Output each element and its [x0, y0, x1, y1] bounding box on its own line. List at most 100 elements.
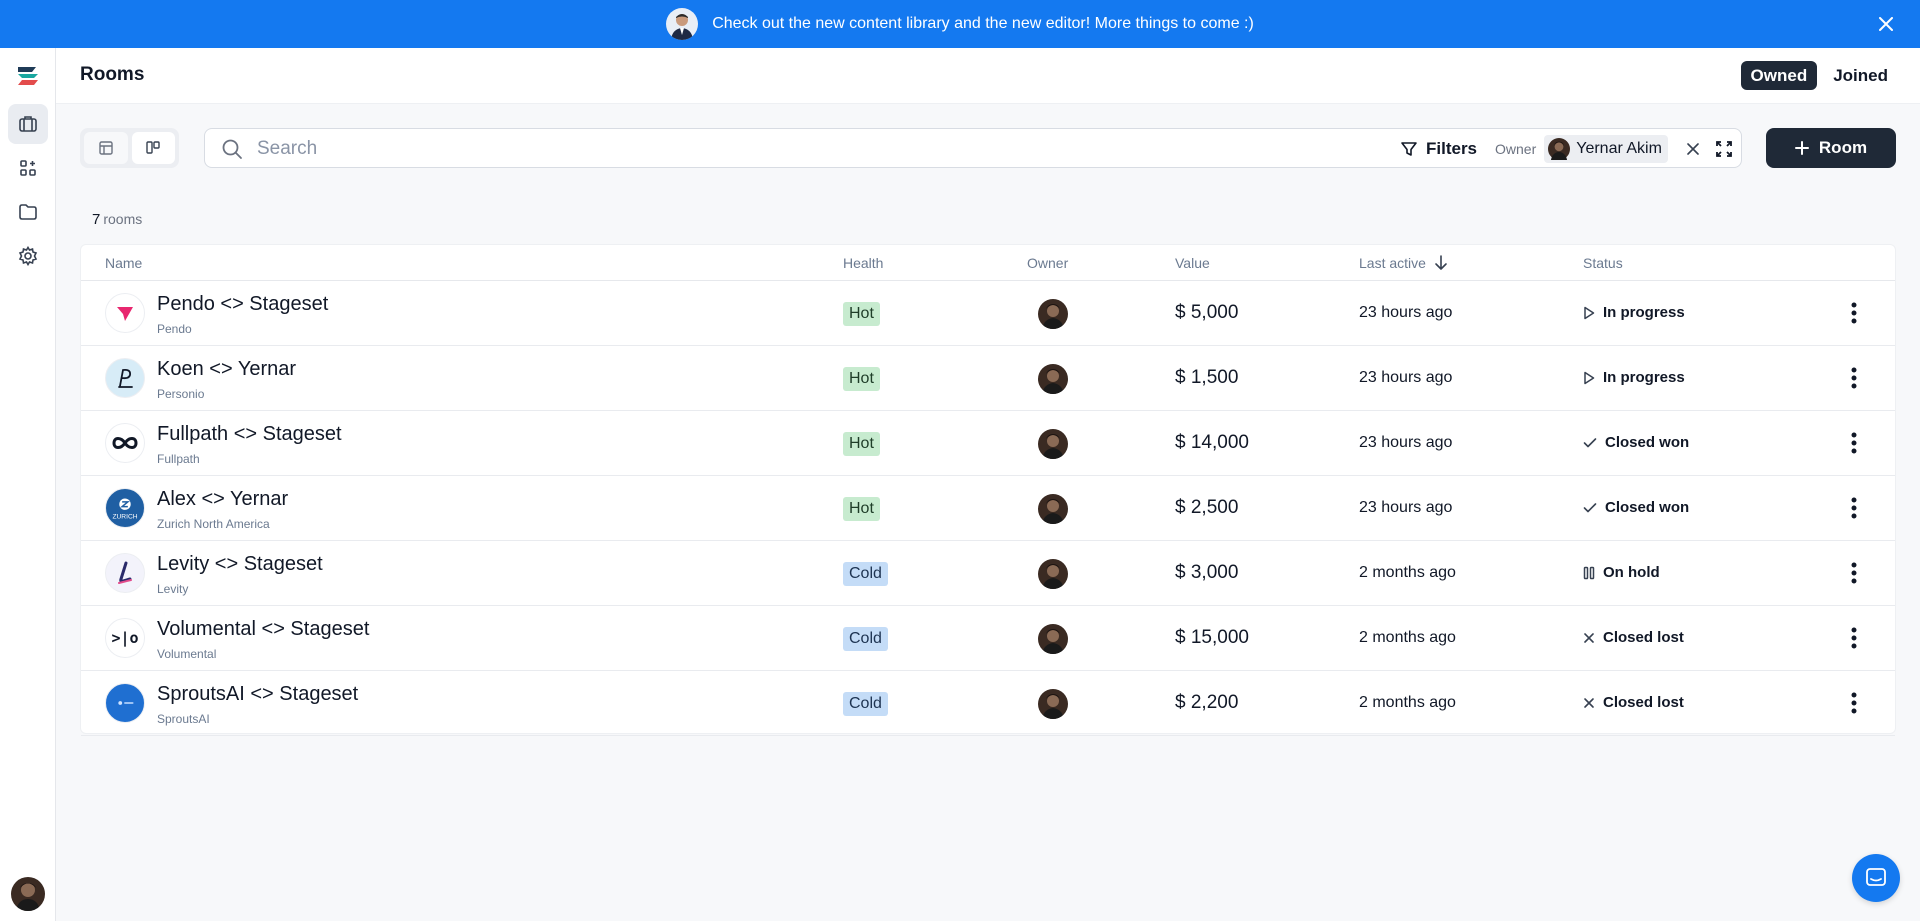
sidebar-item-rooms[interactable] [8, 104, 48, 144]
kebab-icon [1851, 627, 1857, 649]
folder-icon [19, 204, 37, 220]
row-menu-button[interactable] [1839, 493, 1869, 523]
kebab-icon [1851, 432, 1857, 454]
table-row[interactable]: Pendo <> Stageset Pendo Hot $ 5,000 23 h… [81, 281, 1895, 346]
health-badge: Hot [843, 302, 880, 326]
room-name[interactable]: Alex <> Yernar [157, 488, 288, 511]
row-menu-button[interactable] [1839, 623, 1869, 653]
row-menu-button[interactable] [1839, 298, 1869, 328]
column-name[interactable]: Name [105, 255, 142, 271]
table-row[interactable]: SproutsAI <> Stageset SproutsAI Cold $ 2… [81, 671, 1895, 736]
room-value: $ 1,500 [1175, 367, 1239, 388]
rooms-table: Name Health Owner Value Last active Stat… [80, 244, 1896, 736]
filter-icon [1401, 142, 1417, 156]
column-status[interactable]: Status [1583, 255, 1623, 271]
row-menu-button[interactable] [1839, 558, 1869, 588]
table-row[interactable]: Levity <> Stageset Levity Cold $ 3,000 2… [81, 541, 1895, 606]
fullpath-logo [105, 423, 145, 463]
room-company: Fullpath [157, 452, 200, 466]
table-row[interactable]: Fullpath <> Stageset Fullpath Hot $ 14,0… [81, 411, 1895, 476]
kebab-icon [1851, 367, 1857, 389]
room-value: $ 15,000 [1175, 627, 1249, 648]
room-name[interactable]: Volumental <> Stageset [157, 618, 369, 641]
room-name[interactable]: SproutsAI <> Stageset [157, 683, 358, 706]
add-room-button[interactable]: Room [1766, 128, 1896, 168]
table-row[interactable]: >|o Volumental <> Stageset Volumental Co… [81, 606, 1895, 671]
column-owner[interactable]: Owner [1027, 255, 1068, 271]
health-badge: Hot [843, 432, 880, 456]
room-company: Zurich North America [157, 517, 270, 531]
expand-icon[interactable] [1713, 138, 1735, 160]
page-title: Rooms [80, 64, 145, 85]
chat-launcher-button[interactable] [1852, 854, 1900, 902]
tab-owned[interactable]: Owned [1740, 61, 1818, 90]
status-label: Closed won [1605, 434, 1690, 451]
sidebar-item-templates[interactable] [8, 148, 48, 188]
kebab-icon [1851, 562, 1857, 584]
personio-logo [105, 358, 145, 398]
status: Closed lost [1583, 629, 1684, 646]
status: Closed won [1583, 434, 1689, 451]
column-last-active-label: Last active [1359, 255, 1426, 271]
room-value: $ 2,200 [1175, 692, 1239, 713]
last-active: 23 hours ago [1359, 369, 1453, 386]
volumental-wordmark: >|o [111, 629, 139, 647]
add-room-label: Room [1818, 138, 1868, 157]
owner-avatar [1038, 429, 1068, 459]
board-view-button[interactable] [131, 132, 175, 164]
room-name[interactable]: Levity <> Stageset [157, 553, 323, 576]
column-value[interactable]: Value [1175, 255, 1210, 271]
status: Closed lost [1583, 694, 1684, 711]
row-menu-button[interactable] [1839, 688, 1869, 718]
volumental-logo: >|o [105, 618, 145, 658]
status: Closed won [1583, 499, 1689, 516]
banner-avatar [666, 8, 699, 40]
status-label: Closed lost [1603, 694, 1684, 711]
owner-filter-value: Yernar Akim [1544, 135, 1668, 163]
table-view-button[interactable] [84, 132, 128, 164]
column-last-active[interactable]: Last active [1359, 255, 1448, 271]
app-logo-icon[interactable] [14, 62, 42, 90]
room-company: Personio [157, 387, 205, 401]
column-health[interactable]: Health [843, 255, 883, 271]
row-menu-button[interactable] [1839, 363, 1869, 393]
user-avatar[interactable] [11, 877, 45, 911]
room-value: $ 5,000 [1175, 302, 1239, 323]
room-name[interactable]: Fullpath <> Stageset [157, 423, 342, 446]
search-bar: Filters Owner Yernar Akim [204, 128, 1742, 168]
room-name[interactable]: Pendo <> Stageset [157, 293, 328, 316]
table-icon [99, 141, 113, 155]
room-company: Volumental [157, 647, 217, 661]
status: In progress [1583, 369, 1685, 386]
kebab-icon [1851, 692, 1857, 714]
status-label: Closed won [1605, 499, 1690, 516]
table-row[interactable]: ZURICH Alex <> Yernar Zurich North Ameri… [81, 476, 1895, 541]
clear-filter-icon[interactable] [1683, 139, 1703, 159]
room-value: $ 14,000 [1175, 432, 1249, 453]
health-badge: Cold [843, 627, 888, 651]
tab-joined[interactable]: Joined [1823, 61, 1898, 90]
status: On hold [1583, 564, 1660, 581]
room-name[interactable]: Koen <> Yernar [157, 358, 296, 381]
levity-logo [105, 553, 145, 593]
owner-filter-chip[interactable]: Owner Yernar Akim [1495, 135, 1668, 163]
table-row[interactable]: Koen <> Yernar Personio Hot $ 1,500 23 h… [81, 346, 1895, 411]
chat-icon [1866, 868, 1886, 886]
health-badge: Cold [843, 562, 888, 586]
sidebar-item-library[interactable] [8, 192, 48, 232]
banner-close-icon[interactable] [1874, 12, 1898, 36]
row-menu-button[interactable] [1839, 428, 1869, 458]
search-input[interactable] [257, 135, 957, 163]
health-badge: Cold [843, 692, 888, 716]
rooms-count: 7 rooms [92, 211, 142, 228]
owner-avatar [1038, 494, 1068, 524]
plus-icon [1794, 141, 1809, 155]
status-label: Closed lost [1603, 629, 1684, 646]
last-active: 2 months ago [1359, 694, 1456, 711]
rooms-count-number: 7 [92, 211, 101, 228]
sidebar-item-settings[interactable] [8, 236, 48, 276]
sort-desc-icon [1435, 255, 1447, 270]
owner-avatar [1038, 364, 1068, 394]
filters-button[interactable]: Filters [1400, 135, 1477, 163]
room-company: Pendo [157, 322, 192, 336]
